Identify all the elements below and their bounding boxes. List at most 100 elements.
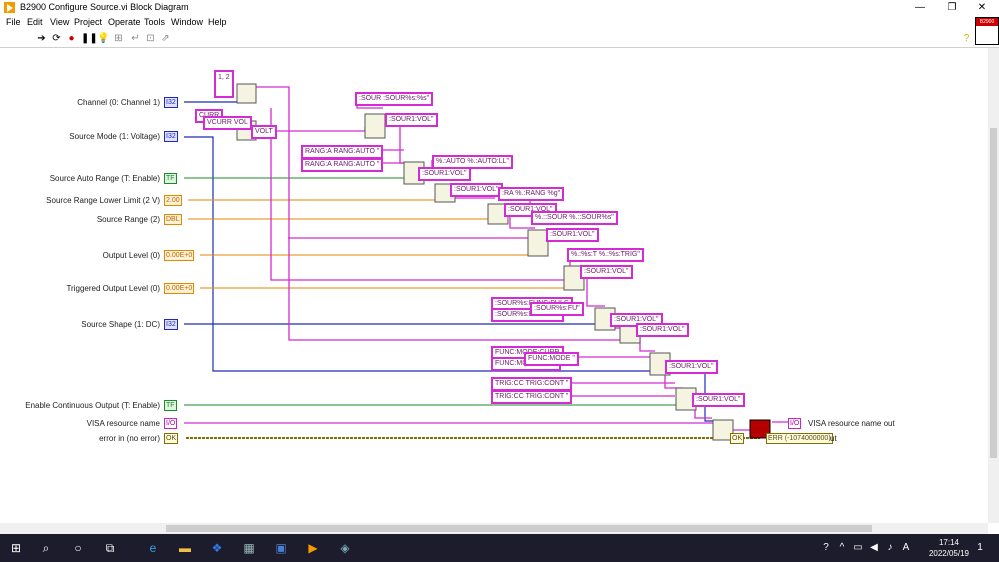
error-out-label: ut <box>830 434 837 443</box>
menu-bar: File Edit View Project Operate Tools Win… <box>0 15 999 30</box>
enable-continuous-output-label: Enable Continuous Output (T: Enable) <box>25 401 160 410</box>
soursour-format-constant[interactable]: %.::SOUR %.::SOUR%s" <box>531 211 618 225</box>
title-bar: B2900 Configure Source.vi Block Diagram … <box>0 0 999 15</box>
dropbox-icon[interactable]: ❖ <box>209 540 225 556</box>
horizontal-scrollbar[interactable] <box>0 523 988 534</box>
sour1-output-3: :SOUR1:VOL" <box>450 183 503 197</box>
run-continuously-icon[interactable]: ⟳ <box>51 33 62 44</box>
clock-date: 2022/05/19 <box>928 549 969 558</box>
abort-icon[interactable]: ● <box>66 33 77 44</box>
visa-resource-name-terminal[interactable]: I/O <box>164 418 178 429</box>
menu-project[interactable]: Project <box>74 17 102 27</box>
triggered-output-level-label: Triggered Output Level (0) <box>66 284 160 293</box>
source-range-terminal[interactable]: DBL <box>164 214 182 225</box>
error-in-label: error in (no error) <box>99 434 160 443</box>
output-level-label: Output Level (0) <box>102 251 160 260</box>
trig-format-constant[interactable]: %.:%s:T %.:%s:TRIG" <box>567 248 644 262</box>
labview-taskbar-icon[interactable]: ▶ <box>305 540 321 556</box>
menu-window[interactable]: Window <box>171 17 203 27</box>
menu-file[interactable]: File <box>6 17 21 27</box>
sour1-output-5: :SOUR1:VOL" <box>546 228 599 242</box>
task-view-icon[interactable]: ⧉ <box>102 540 118 556</box>
source-auto-range-terminal[interactable]: TF <box>164 173 177 184</box>
channel-terminal[interactable]: I32 <box>164 97 178 108</box>
ok-indicator: OK <box>730 433 745 444</box>
labview-app-icon <box>4 2 15 13</box>
app-icon-3[interactable]: ◈ <box>337 540 353 556</box>
horizontal-scroll-thumb[interactable] <box>166 525 872 532</box>
rang-auto-constant-1[interactable]: RANG:A RANG:AUTO " <box>301 145 384 159</box>
visa-resource-name-label: VISA resource name <box>86 419 160 428</box>
step-into-icon[interactable]: ↵ <box>130 33 141 44</box>
source-shape-label: Source Shape (1: DC) <box>81 320 160 329</box>
func-mode-format-constant[interactable]: FUNC:MODE " <box>524 352 579 366</box>
notification-icon[interactable]: 1 <box>972 540 988 556</box>
run-arrow-icon[interactable]: ➔ <box>36 33 47 44</box>
window-title: B2900 Configure Source.vi Block Diagram <box>20 2 189 12</box>
error-out-terminal[interactable]: ERR (-1074000000) <box>766 433 833 444</box>
step-out-icon[interactable]: ⇗ <box>160 33 171 44</box>
source-mode-terminal[interactable]: I32 <box>164 131 178 142</box>
retain-wire-values-icon[interactable]: ⊞ <box>113 33 124 44</box>
source-shape-terminal[interactable]: I32 <box>164 319 178 330</box>
rang-format-constant[interactable]: :RA %.:RANG %g" <box>498 187 565 201</box>
vi-icon: B2900 <box>975 17 999 45</box>
source-range-lower-limit-label: Source Range Lower Limit (2 V) <box>46 196 160 205</box>
maximize-button[interactable]: ❐ <box>937 0 967 15</box>
chevron-up-icon[interactable]: ^ <box>834 540 850 556</box>
menu-operate[interactable]: Operate <box>108 17 141 27</box>
trig-cont-constant-2[interactable]: TRIG:CC TRIG:CONT " <box>491 390 573 404</box>
source-mode-label: Source Mode (1: Voltage) <box>69 132 160 141</box>
trig-cont-constant-1[interactable]: TRIG:CC TRIG:CONT " <box>491 377 573 391</box>
block-diagram-canvas[interactable]: Channel (0: Channel 1) I32 Source Mode (… <box>0 48 988 523</box>
ime-icon[interactable]: A <box>898 540 914 556</box>
sour1-output-1: :SOUR1:VOL" <box>385 113 438 127</box>
clock[interactable]: 17:14 2022/05/19 <box>929 537 969 559</box>
sour1-output-10: :SOUR1:VOL" <box>692 393 745 407</box>
source-range-lower-limit-terminal[interactable]: 2.00 <box>164 195 182 206</box>
search-icon[interactable]: ⌕ <box>38 540 54 556</box>
file-explorer-icon[interactable]: ▬ <box>177 540 193 556</box>
visa-resource-name-out-terminal[interactable]: I/O <box>788 418 802 429</box>
menu-edit[interactable]: Edit <box>27 17 43 27</box>
source-auto-range-label: Source Auto Range (T: Enable) <box>49 174 160 183</box>
rang-auto-constant-2[interactable]: RANG:A RANG:AUTO " <box>301 158 384 172</box>
app-icon-2[interactable]: ▣ <box>273 540 289 556</box>
vertical-scroll-thumb[interactable] <box>990 128 997 458</box>
sour1-output-8: :SOUR1:VOL" <box>636 323 689 337</box>
volume-icon[interactable]: ◀ <box>866 540 882 556</box>
enable-continuous-output-terminal[interactable]: TF <box>164 400 177 411</box>
clock-time: 17:14 <box>938 538 959 547</box>
output-level-terminal[interactable]: 0.00E+0 <box>164 250 195 261</box>
help-icon[interactable]: ? <box>961 33 972 44</box>
app-icon-1[interactable]: ▦ <box>241 540 257 556</box>
sour1-output-6: :SOUR1:VOL" <box>580 265 633 279</box>
sour1-output-2: :SOUR1:VOL" <box>418 167 471 181</box>
sour-format-constant[interactable]: :SOUR :SOUR%s:%s" <box>355 92 434 106</box>
source-range-label: Source Range (2) <box>96 215 160 224</box>
speaker-icon[interactable]: ♪ <box>882 540 898 556</box>
close-button[interactable]: ✕ <box>967 0 997 15</box>
channel-array-constant[interactable]: 1, 2 <box>214 70 234 98</box>
edge-icon[interactable]: e <box>145 540 161 556</box>
error-in-terminal[interactable]: OK <box>164 433 179 444</box>
highlight-execution-icon[interactable]: 💡 <box>97 33 109 44</box>
menu-tools[interactable]: Tools <box>144 17 165 27</box>
func-format-constant[interactable]: :SOUR%s:FU" <box>530 302 584 316</box>
step-over-icon[interactable]: ⊡ <box>145 33 156 44</box>
start-icon[interactable]: ⊞ <box>8 540 24 556</box>
sour1-output-9: :SOUR1:VOL" <box>665 360 718 374</box>
minimize-button[interactable]: — <box>905 0 935 15</box>
menu-help[interactable]: Help <box>208 17 227 27</box>
vcurr-string-constant[interactable]: VCURR VOL <box>203 116 252 130</box>
network-icon[interactable]: ▭ <box>850 540 866 556</box>
help-tray-icon[interactable]: ? <box>818 540 834 556</box>
windows-taskbar: ⊞ ⌕ ○ ⧉ e ▬ ❖ ▦ ▣ ▶ ◈ ? ^ ▭ ◀ ♪ A 17:14 … <box>0 534 999 562</box>
triggered-output-level-terminal[interactable]: 0.00E+0 <box>164 283 195 294</box>
vertical-scrollbar[interactable] <box>988 48 999 523</box>
visa-resource-name-out-label: VISA resource name out <box>808 419 895 428</box>
menu-view[interactable]: View <box>50 17 69 27</box>
pause-icon[interactable]: ❚❚ <box>81 33 98 44</box>
volt-string-constant[interactable]: VOLT <box>251 125 277 139</box>
cortana-icon[interactable]: ○ <box>70 540 86 556</box>
